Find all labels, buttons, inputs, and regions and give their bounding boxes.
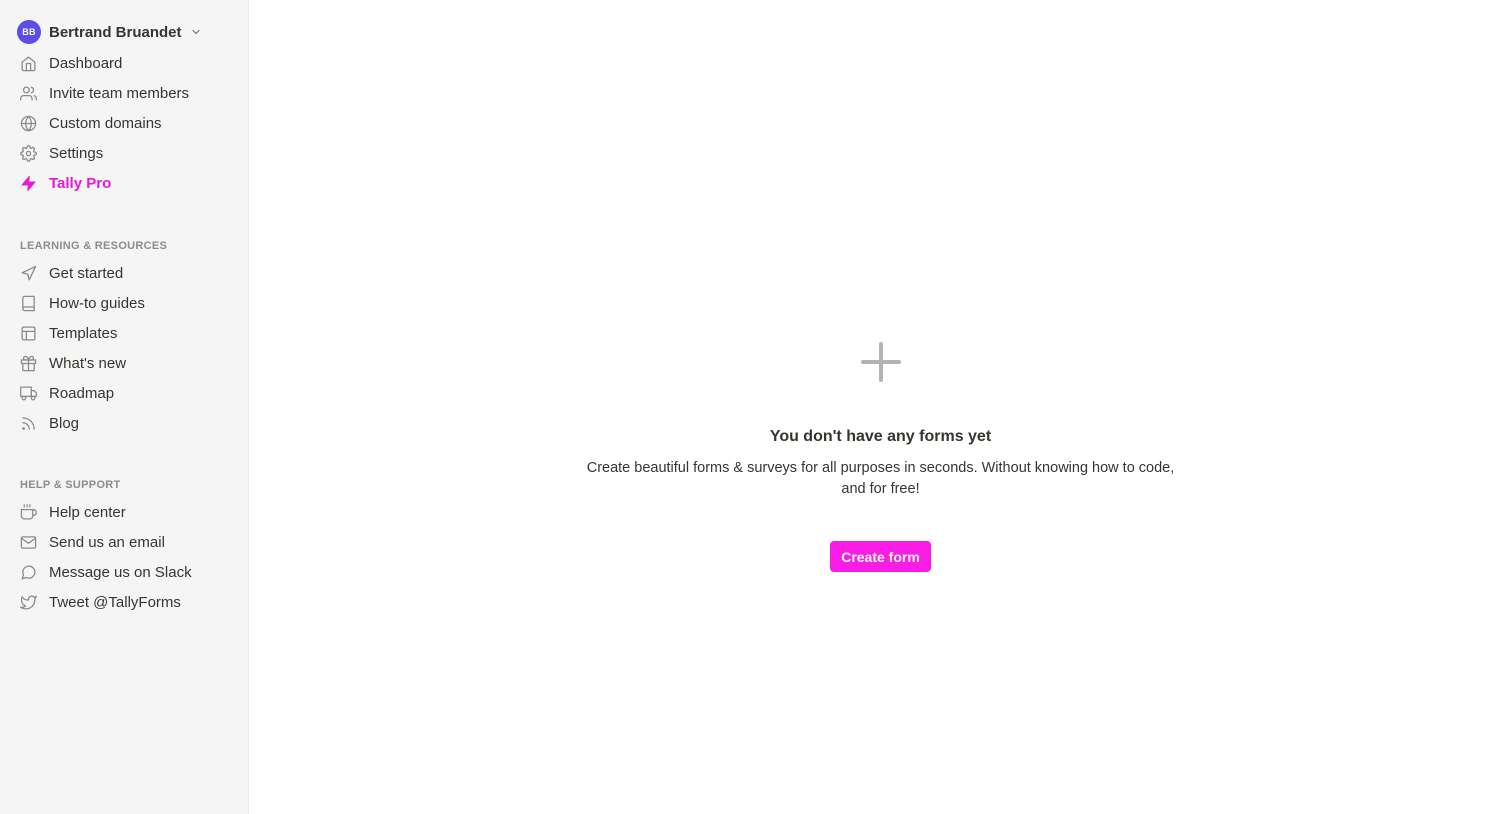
sidebar-item-slack[interactable]: Message us on Slack — [0, 557, 248, 587]
sidebar-item-help-center[interactable]: Help center — [0, 497, 248, 527]
sidebar-item-get-started[interactable]: Get started — [0, 258, 248, 288]
user-name: Bertrand Bruandet — [49, 23, 182, 41]
sidebar-item-label: Dashboard — [49, 54, 123, 72]
sidebar-item-tweet[interactable]: Tweet @TallyForms — [0, 587, 248, 617]
sidebar-item-blog[interactable]: Blog — [0, 408, 248, 438]
sidebar-item-label: Tweet @TallyForms — [49, 593, 181, 611]
rss-icon — [20, 415, 37, 432]
book-icon — [20, 295, 37, 312]
empty-state-title: You don't have any forms yet — [769, 428, 992, 445]
sidebar-item-label: Custom domains — [49, 114, 162, 132]
create-form-button[interactable]: Create form — [830, 541, 931, 572]
message-circle-icon — [20, 564, 37, 581]
empty-state: You don't have any forms yet Create beau… — [249, 340, 1512, 572]
gift-icon — [20, 355, 37, 372]
sidebar-item-custom-domains[interactable]: Custom domains — [0, 108, 248, 138]
layout-icon — [20, 325, 37, 342]
users-icon — [20, 85, 37, 102]
sidebar: BB Bertrand Bruandet Dashboard Invite te… — [0, 0, 249, 814]
gear-icon — [20, 144, 37, 162]
sidebar-item-label: Roadmap — [49, 384, 115, 402]
lightning-icon — [20, 175, 37, 192]
sidebar-item-whats-new[interactable]: What's new — [0, 348, 248, 378]
sidebar-item-send-email[interactable]: Send us an email — [0, 527, 248, 557]
globe-icon — [20, 115, 37, 132]
sidebar-item-roadmap[interactable]: Roadmap — [0, 378, 248, 408]
section-title-help: HELP & SUPPORT — [20, 479, 121, 491]
app-root: BB Bertrand Bruandet Dashboard Invite te… — [0, 0, 1512, 814]
sidebar-item-label: What's new — [49, 354, 127, 372]
mail-icon — [20, 534, 37, 551]
sidebar-item-how-to-guides[interactable]: How-to guides — [0, 288, 248, 318]
sidebar-item-label: Get started — [49, 264, 124, 282]
sidebar-item-label: Send us an email — [49, 533, 165, 551]
sidebar-item-label: Help center — [49, 503, 126, 521]
sidebar-item-tally-pro[interactable]: Tally Pro — [0, 168, 248, 198]
sidebar-item-templates[interactable]: Templates — [0, 318, 248, 348]
main-content: You don't have any forms yet Create beau… — [249, 0, 1512, 814]
section-title-learning: LEARNING & RESOURCES — [20, 240, 168, 252]
sidebar-item-label: Tally Pro — [49, 174, 112, 192]
send-icon — [20, 265, 37, 282]
sidebar-item-label: Blog — [49, 414, 80, 432]
empty-state-description: Create beautiful forms & surveys for all… — [586, 460, 1175, 497]
sidebar-item-label: Message us on Slack — [49, 563, 192, 581]
sidebar-item-settings[interactable]: Settings — [0, 138, 248, 168]
sidebar-item-label: How-to guides — [49, 294, 145, 312]
sidebar-item-label: Templates — [49, 324, 118, 342]
sidebar-item-label: Invite team members — [49, 84, 190, 102]
workspace-switcher[interactable]: BB Bertrand Bruandet — [0, 19, 248, 45]
sidebar-item-dashboard[interactable]: Dashboard — [0, 48, 248, 78]
chevron-down-icon — [190, 26, 202, 38]
twitter-icon — [20, 594, 37, 611]
avatar: BB — [17, 20, 41, 44]
home-icon — [20, 55, 37, 72]
plus-icon[interactable] — [859, 340, 903, 384]
sidebar-item-invite-team-members[interactable]: Invite team members — [0, 78, 248, 108]
coffee-icon — [20, 503, 37, 521]
sidebar-item-label: Settings — [49, 144, 104, 162]
truck-icon — [20, 385, 37, 402]
